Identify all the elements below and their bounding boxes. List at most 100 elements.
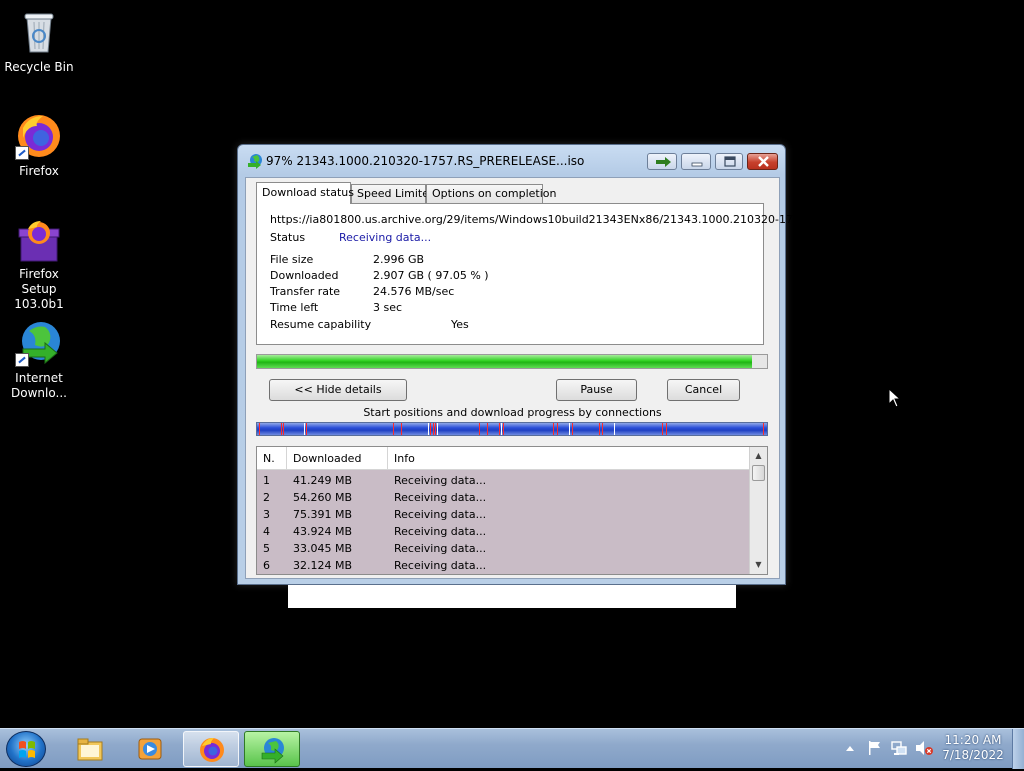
table-row[interactable]: 3 75.391 MB Receiving data...: [257, 506, 749, 523]
cell-info: Receiving data...: [394, 559, 487, 572]
connection-marker: [501, 423, 502, 435]
tab-speed-limiter[interactable]: Speed Limiter: [351, 184, 434, 203]
folder-icon: [77, 738, 103, 761]
tab-options-on-completion[interactable]: Options on completion: [426, 184, 557, 203]
cell-number: 1: [263, 474, 270, 487]
progress-fill: [257, 355, 752, 368]
cell-info: Receiving data...: [394, 542, 487, 555]
column-header-info[interactable]: Info: [388, 447, 751, 470]
action-center-flag-icon[interactable]: [866, 739, 884, 757]
connection-marker: [662, 423, 663, 435]
arrow-right-icon: [656, 157, 671, 167]
connections-table[interactable]: N. Downloaded Info 1 41.249 MB Receiving d…: [256, 446, 768, 575]
connection-marker: [499, 423, 500, 435]
show-desktop-button[interactable]: [1012, 729, 1024, 769]
firefox-icon: [200, 738, 224, 762]
cell-number: 2: [263, 491, 270, 504]
clock-time: 11:20 AM: [944, 733, 1002, 747]
cell-info: Receiving data...: [394, 508, 487, 521]
connection-marker: [599, 423, 600, 435]
cell-downloaded: 54.260 MB: [293, 491, 353, 504]
network-icon[interactable]: [890, 739, 908, 757]
taskbar-firefox[interactable]: [183, 731, 239, 767]
cell-info: Receiving data...: [394, 525, 487, 538]
close-icon: [758, 156, 769, 167]
table-row[interactable]: 6 32.124 MB Receiving data...: [257, 557, 749, 574]
scroll-thumb[interactable]: [752, 465, 765, 481]
desktop-icon-firefox-setup[interactable]: Firefox Setup 103.0b1: [1, 215, 77, 312]
idm-globe-icon: [247, 153, 263, 169]
time-left-label: Time left: [270, 301, 319, 314]
connection-marker: [503, 423, 504, 435]
shortcut-arrow-icon: [15, 353, 29, 367]
minimize-button[interactable]: [681, 153, 711, 170]
table-row[interactable]: 5 33.045 MB Receiving data...: [257, 540, 749, 557]
scroll-up-icon[interactable]: ▲: [750, 448, 767, 464]
show-hidden-icons-icon[interactable]: [844, 739, 856, 757]
tab-download-status[interactable]: Download status: [256, 182, 354, 204]
table-row[interactable]: 2 54.260 MB Receiving data...: [257, 489, 749, 506]
send-to-tray-button[interactable]: [647, 153, 677, 170]
volume-muted-icon[interactable]: [914, 739, 934, 757]
background-window-fragment: [288, 583, 736, 608]
table-row[interactable]: 4 43.924 MB Receiving data...: [257, 523, 749, 540]
connection-marker: [479, 423, 480, 435]
taskbar: 11:20 AM 7/18/2022: [0, 728, 1024, 769]
windows-logo-icon: [19, 741, 35, 758]
connection-marker: [306, 423, 307, 435]
idm-globe-icon: [15, 319, 63, 367]
connection-marker: [553, 423, 554, 435]
status-label: Status: [270, 231, 306, 244]
connections-caption: Start positions and download progress by…: [363, 406, 662, 419]
recycle-bin-icon: [15, 8, 63, 56]
desktop-icon-label: Firefox Setup 103.0b1: [14, 267, 64, 311]
maximize-button[interactable]: [715, 153, 743, 170]
connection-marker: [557, 423, 558, 435]
desktop-icon-recycle-bin[interactable]: Recycle Bin: [1, 8, 77, 75]
desktop-icon-label: Firefox: [19, 164, 59, 178]
connection-marker: [435, 423, 436, 435]
connection-marker: [763, 423, 764, 435]
connection-marker: [283, 423, 284, 435]
cell-info: Receiving data...: [394, 474, 487, 487]
transfer-rate-value: 24.576 MB/sec: [373, 285, 455, 298]
table-body: 1 41.249 MB Receiving data... 2 54.260 MB Rec…: [257, 470, 749, 574]
pause-button[interactable]: Pause: [556, 379, 637, 401]
column-header-n[interactable]: N.: [257, 447, 287, 470]
taskbar-explorer[interactable]: [62, 731, 118, 767]
cancel-button[interactable]: Cancel: [667, 379, 740, 401]
downloaded-value: 2.907 GB ( 97.05 % ): [373, 269, 489, 282]
table-header: N. Downloaded Info: [257, 447, 749, 470]
table-row[interactable]: 1 41.249 MB Receiving data...: [257, 472, 749, 489]
connection-marker: [430, 423, 431, 435]
hide-details-button[interactable]: << Hide details: [269, 379, 407, 401]
taskbar-media-player[interactable]: [122, 731, 178, 767]
title-bar[interactable]: 97% 21343.1000.210320-1757.RS_PRERELEASE…: [238, 145, 785, 177]
scroll-down-icon[interactable]: ▼: [750, 557, 767, 573]
desktop-icon-firefox[interactable]: Firefox: [1, 112, 77, 179]
column-header-downloaded[interactable]: Downloaded: [287, 447, 388, 470]
connection-marker: [393, 423, 394, 435]
desktop-icon-internet-download-manager[interactable]: Internet Downlo...: [1, 319, 77, 401]
system-clock[interactable]: 11:20 AM 7/18/2022: [938, 733, 1008, 763]
connection-marker: [614, 423, 615, 435]
file-size-value: 2.996 GB: [373, 253, 425, 266]
taskbar-internet-download-manager[interactable]: [244, 731, 300, 767]
connection-marker: [259, 423, 260, 435]
download-url: https://ia801800.us.archive.org/29/items…: [270, 213, 819, 226]
cell-downloaded: 41.249 MB: [293, 474, 353, 487]
close-button[interactable]: [747, 153, 778, 170]
firefox-icon: [15, 112, 63, 160]
connection-marker: [572, 423, 573, 435]
idm-download-window[interactable]: 97% 21343.1000.210320-1757.RS_PRERELEASE…: [237, 144, 818, 585]
connection-marker: [602, 423, 603, 435]
cell-downloaded: 75.391 MB: [293, 508, 353, 521]
start-button[interactable]: [6, 731, 46, 767]
table-scrollbar[interactable]: ▲ ▼: [749, 447, 767, 574]
connection-marker: [437, 423, 438, 435]
window-client-area: Download status Speed Limiter Options on…: [245, 177, 818, 579]
cell-number: 3: [263, 508, 270, 521]
clock-date: 7/18/2022: [942, 748, 1004, 762]
window-title: 97% 21343.1000.210320-1757.RS_PRERELEASE…: [266, 154, 585, 168]
status-value: Receiving data...: [339, 231, 432, 244]
